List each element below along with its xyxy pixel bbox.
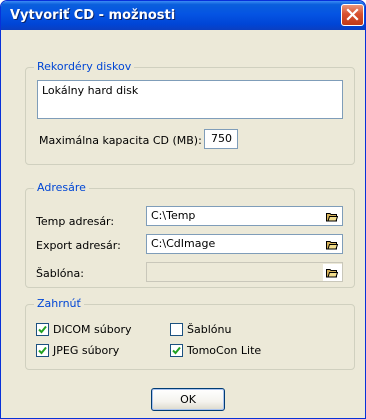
temp-browse-button[interactable] [323, 208, 342, 225]
export-input[interactable]: C:\CdImage [146, 234, 343, 254]
template-browse-button[interactable] [323, 264, 342, 281]
capacity-input[interactable]: 750 [204, 129, 238, 149]
recorders-list[interactable]: Lokálny hard disk [37, 80, 343, 119]
export-label: Export adresár: [36, 239, 121, 252]
template-include-label[interactable]: Šablónu [187, 323, 231, 336]
temp-label: Temp adresár: [36, 215, 115, 228]
jpeg-label[interactable]: JPEG súbory [53, 344, 119, 357]
template-input[interactable] [146, 262, 343, 282]
template-checkbox[interactable] [170, 323, 183, 336]
recorder-item[interactable]: Lokálny hard disk [42, 84, 138, 97]
recorders-legend: Rekordéry diskov [34, 60, 135, 73]
template-label: Šablóna: [36, 267, 84, 280]
tomocon-label[interactable]: TomoCon Lite [187, 344, 261, 357]
dialog-window: Vytvoriť CD - možnosti Rekordéry diskov … [0, 0, 366, 419]
ok-button[interactable]: OK [151, 388, 225, 411]
export-browse-button[interactable] [323, 236, 342, 253]
folder-open-icon [326, 213, 338, 222]
include-legend: Zahrnúť [34, 297, 84, 310]
temp-input[interactable]: C:\Temp [146, 206, 343, 226]
capacity-label: Maximálna kapacita CD (MB): [39, 134, 202, 147]
jpeg-checkbox[interactable] [36, 344, 49, 357]
checkmark-icon [172, 346, 181, 355]
checkmark-icon [38, 325, 47, 334]
dicom-label[interactable]: DICOM súbory [53, 323, 132, 336]
include-group: Zahrnúť [25, 297, 355, 370]
title-bar[interactable]: Vytvoriť CD - možnosti [1, 1, 365, 30]
checkmark-icon [38, 346, 47, 355]
dicom-checkbox[interactable] [36, 323, 49, 336]
folder-open-icon [326, 241, 338, 250]
directories-legend: Adresáre [34, 181, 89, 194]
window-title: Vytvoriť CD - možnosti [10, 8, 176, 23]
folder-open-icon [326, 269, 338, 278]
close-button[interactable] [341, 4, 364, 26]
tomocon-checkbox[interactable] [170, 344, 183, 357]
close-icon [346, 8, 359, 21]
